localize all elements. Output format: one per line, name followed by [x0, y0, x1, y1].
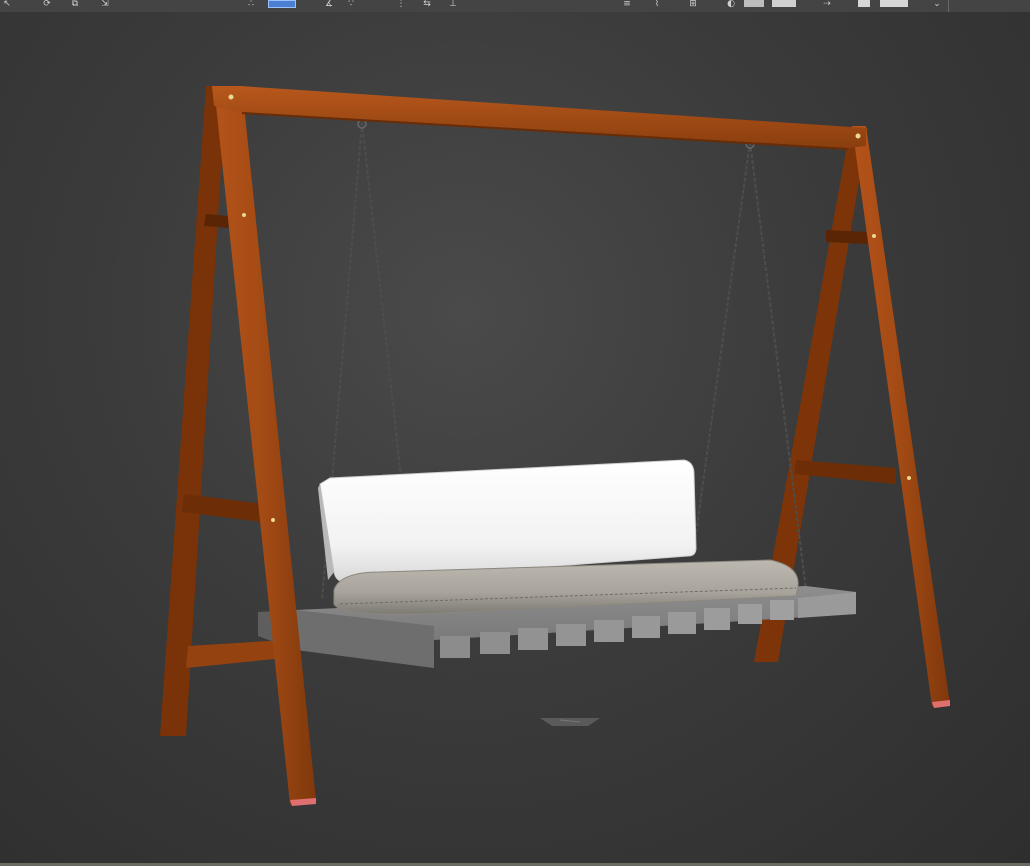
render-setup-icon[interactable] [744, 0, 764, 7]
percent-snap-icon[interactable]: ∵ [344, 0, 358, 9]
slat [770, 600, 794, 620]
rendered-frame-icon[interactable] [772, 0, 796, 7]
right-mid-brace [794, 460, 896, 484]
schematic-icon[interactable]: ⊞ [686, 0, 700, 9]
spinner-snap-icon[interactable]: ⋮ [394, 0, 408, 9]
app-window: ↖ ⟳ ⧉ ⇲ ∴ ∡ ∵ ⋮ ⇆ ⊥ ≡ ⌇ ⊞ ◐ ⇢ ⌄ [0, 0, 1030, 866]
slat [704, 608, 730, 630]
porch-swing-model [160, 86, 950, 806]
slat [738, 604, 762, 624]
active-tool-icon[interactable] [268, 0, 296, 8]
material-editor-icon[interactable]: ◐ [724, 0, 738, 9]
slat [594, 620, 624, 642]
perspective-viewport[interactable] [0, 12, 1030, 866]
bolt [271, 518, 275, 522]
scale-icon[interactable]: ⇲ [98, 0, 112, 9]
slat [440, 636, 470, 658]
bolt [228, 94, 234, 100]
select-icon[interactable]: ↖ [0, 0, 14, 9]
left-top-brace [204, 214, 230, 228]
left-front-leg [214, 86, 316, 804]
render-icon[interactable]: ⇢ [820, 0, 834, 9]
pivot-gizmo [540, 718, 600, 726]
bolt [872, 234, 876, 238]
right-front-chain [693, 141, 751, 549]
angle-snap-icon[interactable]: ∡ [322, 0, 336, 9]
bolt [855, 133, 861, 139]
rotate-icon[interactable]: ⟳ [40, 0, 54, 9]
align-icon[interactable]: ⊥ [446, 0, 460, 9]
mirror-icon[interactable]: ⇆ [420, 0, 434, 9]
slat [556, 624, 586, 646]
curve-editor-icon[interactable]: ⌇ [650, 0, 664, 9]
slat [668, 612, 696, 634]
right-top-brace [826, 230, 868, 244]
viewport-layout-icon[interactable] [858, 0, 870, 7]
snap-icon[interactable]: ∴ [244, 0, 258, 9]
left-lower-brace [186, 640, 284, 668]
toolbar-divider [948, 0, 949, 12]
right-front-leg [852, 126, 950, 706]
bolt [907, 476, 911, 480]
layer-icon[interactable]: ≡ [620, 0, 634, 9]
slat [480, 632, 510, 654]
bolt [242, 213, 246, 217]
slat [632, 616, 660, 638]
left-back-leg [160, 86, 226, 736]
slat [518, 628, 548, 650]
panel-toggle-icon[interactable] [880, 0, 908, 7]
transform-icon[interactable]: ⧉ [68, 0, 82, 9]
chevron-down-icon[interactable]: ⌄ [930, 0, 944, 9]
